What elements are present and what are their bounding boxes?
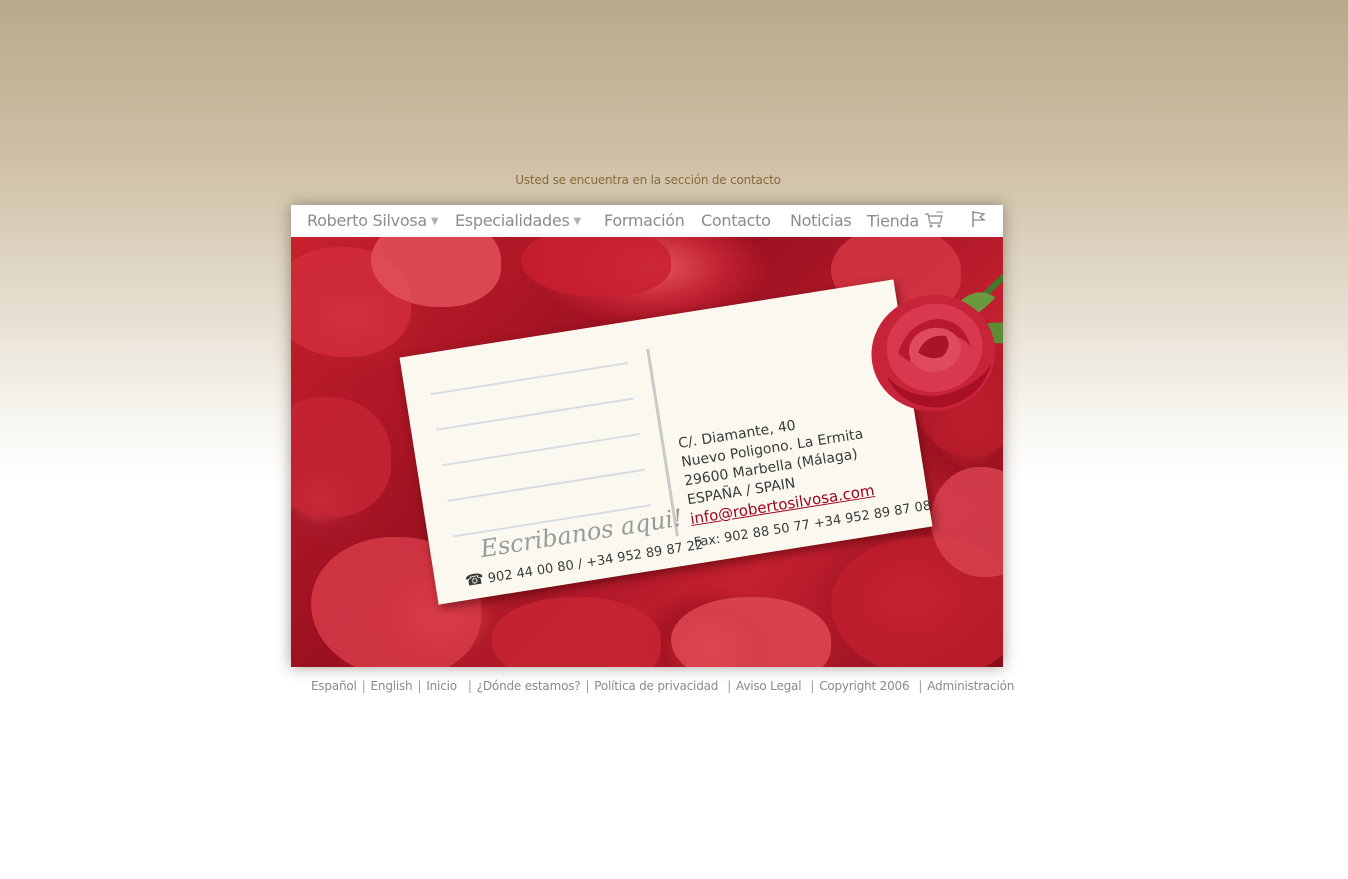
petal: [491, 597, 661, 667]
main-frame: Roberto Silvosa ▼ Especialidades ▼ Formaci…: [291, 205, 1003, 667]
breadcrumb: Usted se encuentra en la sección de cont…: [515, 173, 781, 187]
footer-link-espanol[interactable]: Español: [311, 679, 357, 693]
postcard: Escribanos aqui! C/. Diamante, 40 Nuevo …: [399, 263, 1003, 605]
writing-line: [441, 433, 640, 467]
footer-link-english[interactable]: English: [371, 679, 413, 693]
nav-item-label: Tienda: [867, 211, 919, 231]
nav-item-label: Contacto: [701, 211, 771, 230]
flag-icon: [971, 210, 987, 232]
top-navigation: Roberto Silvosa ▼ Especialidades ▼ Formaci…: [291, 205, 1003, 238]
hero-image: Escribanos aqui! C/. Diamante, 40 Nuevo …: [291, 237, 1003, 667]
footer-copyright: Copyright 2006: [819, 679, 910, 693]
dropdown-arrow-icon: ▼: [430, 216, 439, 227]
flag-icon-button[interactable]: [971, 210, 987, 232]
footer-separator: |: [810, 679, 815, 693]
cart-icon: [924, 211, 944, 233]
nav-item-formacion[interactable]: Formación: [604, 211, 685, 230]
nav-item-especialidades[interactable]: Especialidades ▼: [455, 211, 581, 230]
footer-link-inicio[interactable]: Inicio: [426, 679, 457, 693]
footer-link-donde-estamos[interactable]: ¿Dónde estamos?: [477, 679, 581, 693]
petal: [671, 597, 831, 667]
footer-link-administracion[interactable]: Administración: [927, 679, 1014, 693]
footer-separator: |: [585, 679, 590, 693]
rose-image: [871, 263, 1003, 412]
petal: [291, 397, 391, 517]
writing-line: [447, 468, 646, 502]
writing-line: [430, 361, 629, 396]
nav-item-label: Roberto Silvosa: [307, 211, 427, 230]
nav-item-noticias[interactable]: Noticias: [790, 211, 852, 230]
telephone-icon: ☎: [463, 569, 486, 590]
footer-link-aviso-legal[interactable]: Aviso Legal: [736, 679, 802, 693]
nav-item-contacto[interactable]: Contacto: [701, 211, 771, 230]
petal: [521, 237, 671, 297]
footer-link-privacidad[interactable]: Política de privacidad: [594, 679, 718, 693]
footer-separator: |: [727, 679, 732, 693]
footer-separator: |: [417, 679, 422, 693]
footer-separator: |: [361, 679, 366, 693]
nav-item-label: Formación: [604, 211, 685, 230]
footer-separator: |: [918, 679, 923, 693]
dropdown-arrow-icon: ▼: [573, 216, 581, 227]
nav-item-tienda[interactable]: Tienda: [867, 211, 944, 233]
footer-separator: |: [467, 679, 472, 693]
nav-item-label: Especialidades: [455, 211, 570, 230]
nav-item-roberto-silvosa[interactable]: Roberto Silvosa ▼: [307, 211, 439, 230]
footer: Español | English | Inicio | ¿Dónde estamos? | P…: [311, 679, 1014, 693]
nav-item-label: Noticias: [790, 211, 852, 230]
writing-line: [436, 397, 634, 431]
